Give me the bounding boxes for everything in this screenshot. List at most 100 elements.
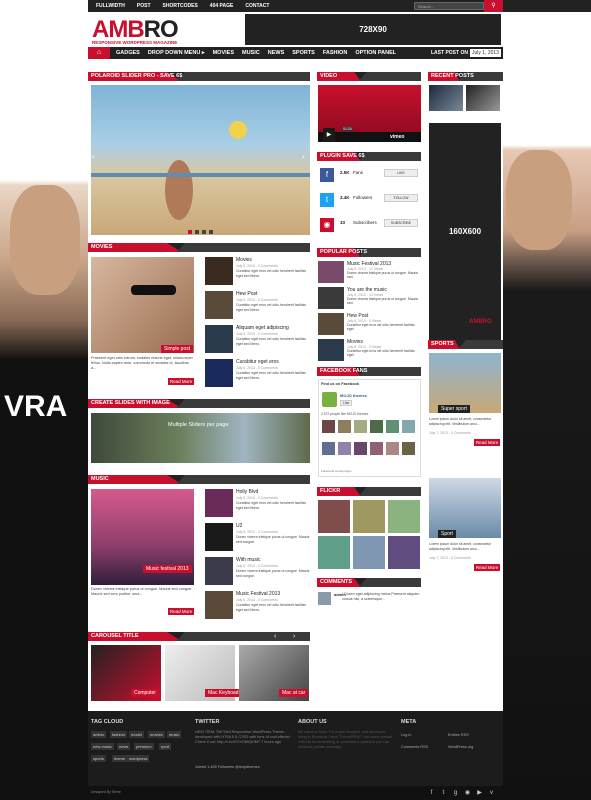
search-button[interactable]: ⚲ (484, 0, 503, 12)
facebook-fan-avatar[interactable] (338, 442, 351, 455)
top-nav-item[interactable]: FULLWIDTH (90, 0, 131, 12)
popular-thumb[interactable] (318, 287, 344, 309)
sports-image[interactable] (429, 353, 501, 413)
facebook-page-avatar[interactable] (322, 392, 337, 407)
flickr-photo[interactable] (318, 500, 350, 533)
meta-link[interactable]: Entries RSS (448, 733, 469, 738)
vimeo-icon[interactable]: v (488, 790, 495, 797)
tag-link[interactable]: new music (91, 743, 114, 750)
movies-featured-caption[interactable]: Simple post (161, 345, 194, 353)
slider-dot[interactable] (195, 230, 199, 234)
plugin-button[interactable]: FOLLOW (384, 194, 418, 202)
sports-read-more[interactable]: Read More (474, 564, 500, 571)
facebook-fan-avatar[interactable] (386, 420, 399, 433)
tag-link[interactable]: news (117, 743, 131, 750)
list-title[interactable]: Music Festival 2013 (236, 591, 310, 597)
movies-read-more[interactable]: Read More (168, 378, 194, 385)
menu-item[interactable]: SPORTS (288, 47, 319, 59)
tag-link[interactable]: rport (159, 743, 172, 750)
list-thumb[interactable] (205, 557, 233, 585)
menu-item[interactable]: GADGES (112, 47, 144, 59)
flickr-photo[interactable] (388, 500, 420, 533)
top-nav-item[interactable]: CONTACT (239, 0, 275, 12)
sports-image[interactable] (429, 478, 501, 538)
slider-prev-arrow[interactable]: ‹ (92, 152, 95, 161)
plugin-twitter-icon[interactable]: t (320, 193, 334, 207)
facebook-fan-avatar[interactable] (402, 442, 415, 455)
plugin-facebook-icon[interactable]: f (320, 168, 334, 182)
sliders-image[interactable] (91, 413, 310, 463)
facebook-fan-avatar[interactable] (354, 420, 367, 433)
carousel-caption[interactable]: Mac at car (279, 689, 309, 697)
list-thumb[interactable] (205, 591, 233, 619)
sports-read-more[interactable]: Read More (474, 439, 500, 446)
music-featured-caption[interactable]: Music festival 2013 (143, 565, 192, 573)
facebook-page-name[interactable]: MOJO themes (340, 393, 367, 398)
music-read-more[interactable]: Read More (168, 608, 194, 615)
recent-thumb[interactable] (466, 85, 500, 111)
facebook-icon[interactable]: f (428, 790, 435, 797)
sports-caption[interactable]: Super sport (438, 405, 470, 413)
facebook-fan-avatar[interactable] (322, 420, 335, 433)
facebook-fan-avatar[interactable] (370, 420, 383, 433)
plugin-rss-icon[interactable]: ◉ (320, 218, 334, 232)
twitter-icon[interactable]: t (440, 790, 447, 797)
slider-dot[interactable] (188, 230, 192, 234)
list-thumb[interactable] (205, 489, 233, 517)
menu-item[interactable]: MUSIC (238, 47, 264, 59)
list-thumb[interactable] (205, 359, 233, 387)
list-thumb[interactable] (205, 291, 233, 319)
list-thumb[interactable] (205, 523, 233, 551)
sports-caption[interactable]: Sport (438, 530, 456, 538)
list-title[interactable]: Curabitur eget eros (236, 359, 310, 365)
flickr-photo[interactable] (318, 536, 350, 569)
tag-link[interactable]: premium (134, 743, 154, 750)
list-thumb[interactable] (205, 325, 233, 353)
flickr-photo[interactable] (388, 536, 420, 569)
carousel-caption[interactable]: Computer (131, 689, 159, 697)
slider-image[interactable] (91, 85, 310, 235)
top-nav-item[interactable]: SHORTCODES (157, 0, 204, 12)
facebook-fan-avatar[interactable] (370, 442, 383, 455)
ad-banner-top[interactable]: 728X90 (245, 14, 501, 45)
slider-dot[interactable] (202, 230, 206, 234)
facebook-fan-avatar[interactable] (338, 420, 351, 433)
plugin-button[interactable]: SUBSCRIBE (384, 219, 418, 227)
recent-thumb[interactable] (429, 85, 463, 111)
tag-link[interactable]: movies (148, 731, 165, 738)
tag-link[interactable]: wordpress (127, 755, 150, 762)
carousel-next-arrow[interactable]: › (293, 632, 295, 641)
list-thumb[interactable] (205, 257, 233, 285)
facebook-fan-avatar[interactable] (386, 442, 399, 455)
flickr-photo[interactable] (353, 500, 385, 533)
designed-by[interactable]: Designed By Siene (91, 790, 121, 795)
list-title[interactable]: Holly Blvd (236, 489, 310, 495)
popular-thumb[interactable] (318, 339, 344, 361)
search-input[interactable]: Search... (414, 2, 484, 10)
carousel-caption[interactable]: Mac Keyboad (205, 689, 242, 697)
popular-thumb[interactable] (318, 261, 344, 283)
meta-link[interactable]: Log in (401, 733, 411, 738)
meta-link[interactable]: WordPress.org (448, 745, 473, 750)
movies-featured-image[interactable] (91, 257, 194, 353)
menu-item[interactable]: OPTION PANEL (351, 47, 400, 59)
ad-banner-side[interactable]: 160X600 (429, 123, 501, 341)
tag-link[interactable]: ambro (91, 731, 107, 738)
plugin-button[interactable]: LIKE (384, 169, 418, 177)
rss-icon[interactable]: ◉ (464, 790, 471, 797)
list-title[interactable]: U2 (236, 523, 310, 529)
vimeo-logo[interactable]: vimeo (390, 132, 404, 142)
video-player[interactable]: ▶ 01:24 vimeo (318, 85, 421, 142)
popular-thumb[interactable] (318, 313, 344, 335)
logo[interactable]: AMBRO (92, 18, 179, 42)
facebook-fan-avatar[interactable] (354, 442, 367, 455)
top-nav-item[interactable]: 404 PAGE (204, 0, 240, 12)
slider-next-arrow[interactable]: › (302, 152, 305, 161)
facebook-fan-avatar[interactable] (322, 442, 335, 455)
play-icon[interactable]: ▶ (323, 128, 335, 142)
flickr-photo[interactable] (353, 536, 385, 569)
carousel-prev-arrow[interactable]: ‹ (274, 632, 276, 641)
top-nav-item[interactable]: POST (131, 0, 157, 12)
tag-link[interactable]: fashion (110, 731, 127, 738)
facebook-fan-avatar[interactable] (402, 420, 415, 433)
